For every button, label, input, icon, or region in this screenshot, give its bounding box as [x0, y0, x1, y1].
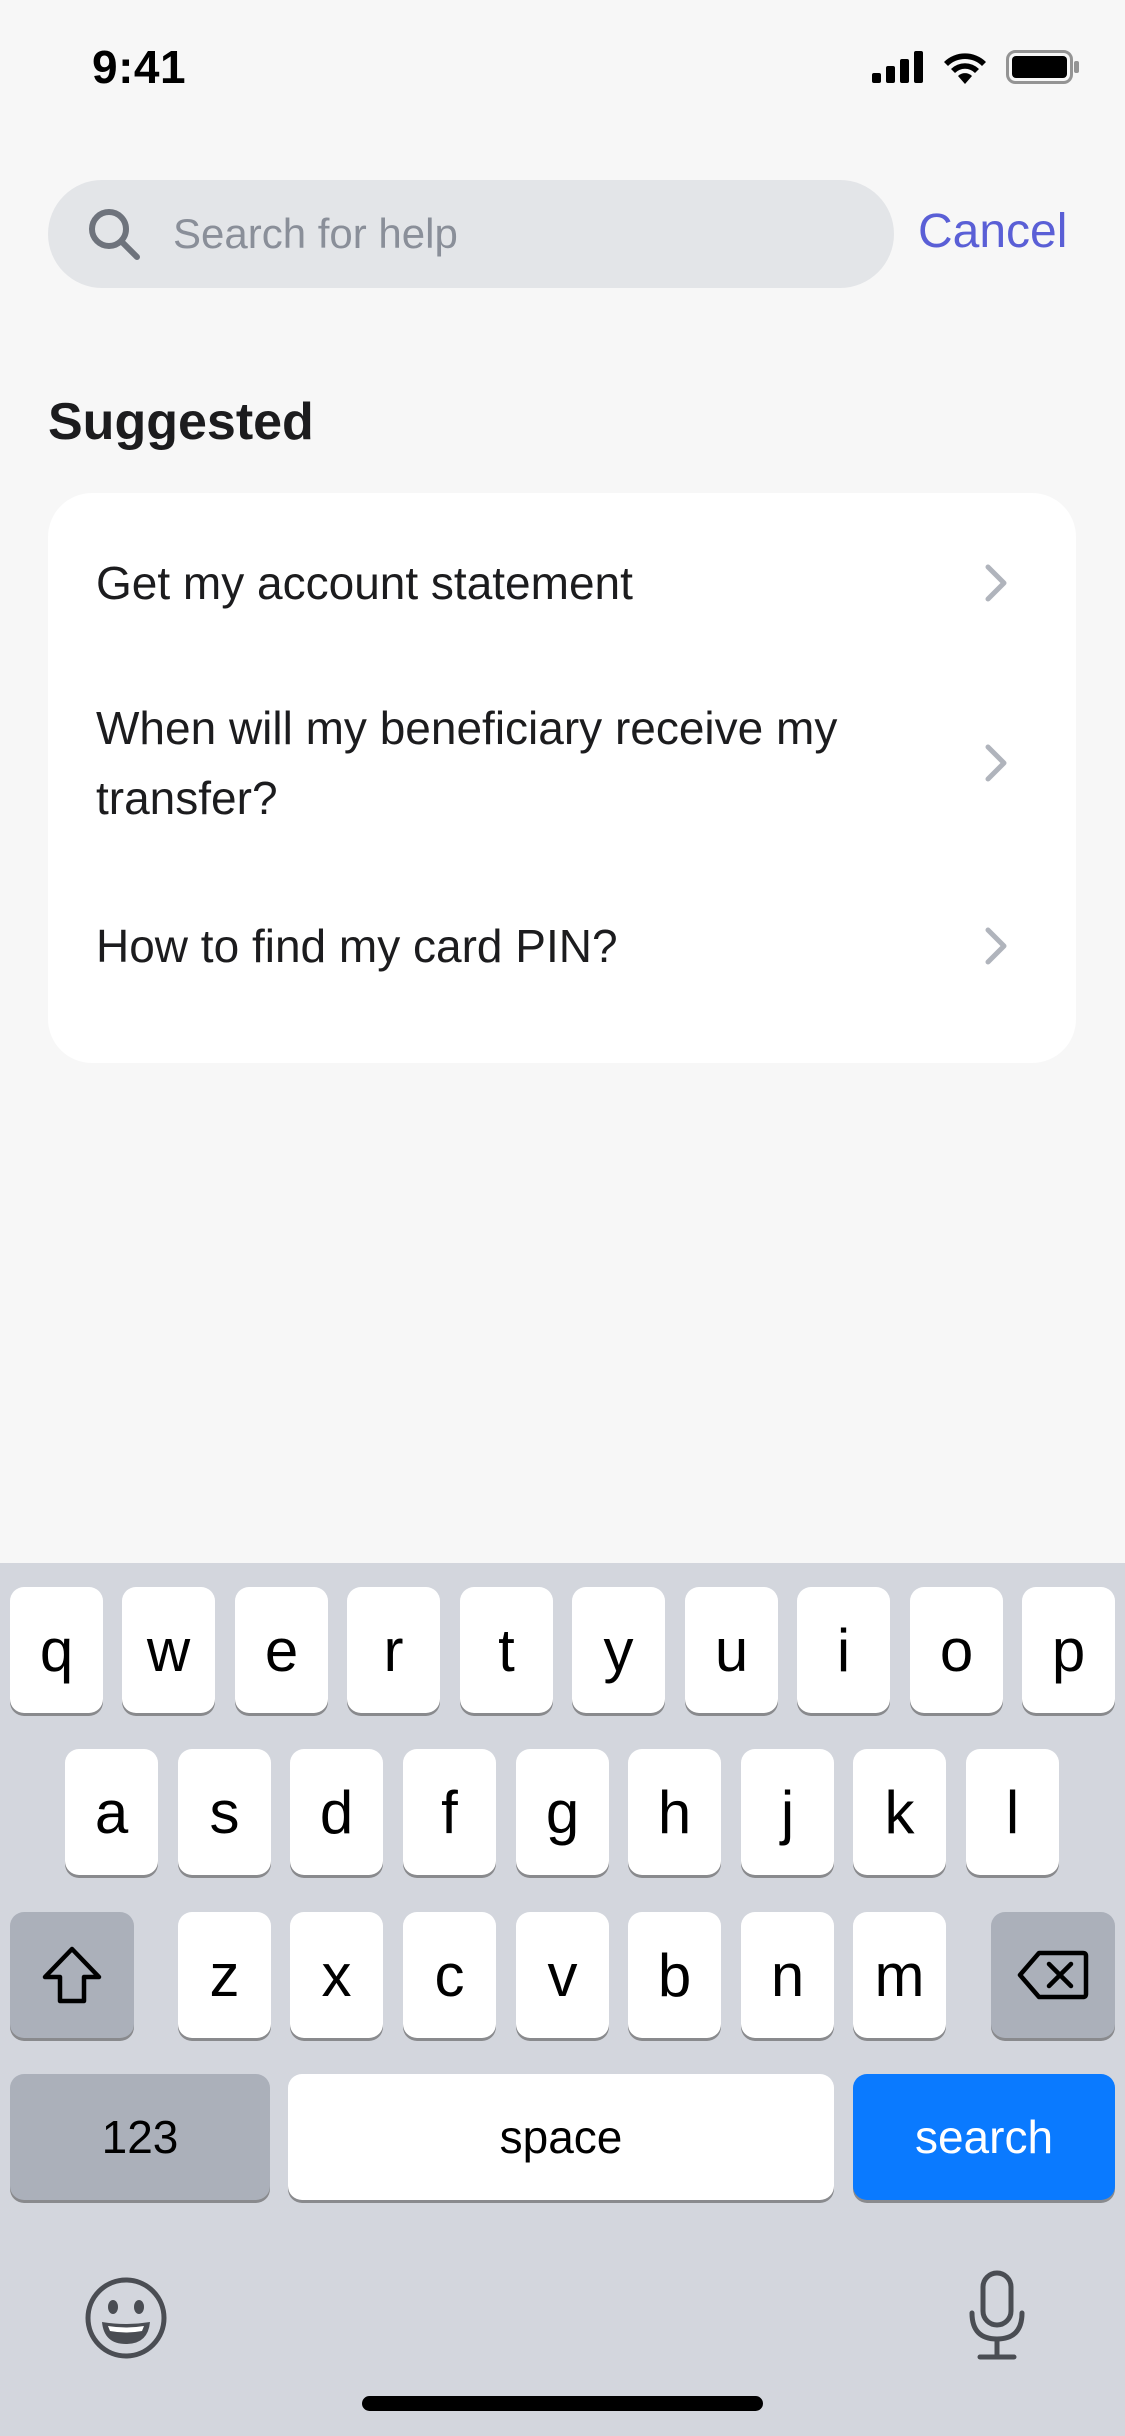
suggested-item-label: Get my account statement: [96, 557, 633, 609]
chevron-right-icon: [985, 744, 1007, 782]
key-y[interactable]: y: [572, 1587, 665, 1713]
key-f[interactable]: f: [403, 1749, 496, 1875]
key-b[interactable]: b: [628, 1912, 721, 2038]
battery-icon: [1006, 50, 1079, 84]
status-icons: [872, 50, 1080, 84]
suggested-item-label: When will my beneficiary receive my tran…: [96, 702, 838, 824]
numbers-key[interactable]: 123: [10, 2074, 270, 2200]
key-j[interactable]: j: [741, 1749, 834, 1875]
microphone-icon[interactable]: [966, 2269, 1028, 2363]
key-t[interactable]: t: [460, 1587, 553, 1713]
key-l[interactable]: l: [966, 1749, 1059, 1875]
key-s[interactable]: s: [178, 1749, 271, 1875]
emoji-icon[interactable]: [84, 2276, 168, 2360]
key-k[interactable]: k: [853, 1749, 946, 1875]
key-c[interactable]: c: [403, 1912, 496, 2038]
search-bar[interactable]: [48, 180, 894, 288]
keyboard: q w e r t y u i o p a s d f g h j k l z …: [0, 1563, 1125, 2436]
key-m[interactable]: m: [853, 1912, 946, 2038]
search-input[interactable]: [173, 180, 863, 288]
key-e[interactable]: e: [235, 1587, 328, 1713]
suggested-item-beneficiary-transfer[interactable]: When will my beneficiary receive my tran…: [48, 683, 1076, 843]
delete-icon: [1017, 1950, 1089, 2000]
key-h[interactable]: h: [628, 1749, 721, 1875]
search-key[interactable]: search: [853, 2074, 1115, 2200]
search-icon: [89, 209, 140, 260]
suggested-item-label: How to find my card PIN?: [96, 920, 618, 972]
suggested-item-account-statement[interactable]: Get my account statement: [48, 523, 1076, 643]
home-indicator: [362, 2396, 763, 2411]
key-p[interactable]: p: [1022, 1587, 1115, 1713]
shift-icon: [42, 1946, 102, 2004]
key-d[interactable]: d: [290, 1749, 383, 1875]
key-g[interactable]: g: [516, 1749, 609, 1875]
wifi-icon: [944, 53, 986, 84]
suggested-list: Get my account statement When will my be…: [48, 493, 1076, 1063]
key-i[interactable]: i: [797, 1587, 890, 1713]
delete-key[interactable]: [991, 1912, 1115, 2038]
key-a[interactable]: a: [65, 1749, 158, 1875]
key-v[interactable]: v: [516, 1912, 609, 2038]
key-x[interactable]: x: [290, 1912, 383, 2038]
key-r[interactable]: r: [347, 1587, 440, 1713]
key-w[interactable]: w: [122, 1587, 215, 1713]
suggested-item-card-pin[interactable]: How to find my card PIN?: [48, 886, 1076, 1006]
key-u[interactable]: u: [685, 1587, 778, 1713]
shift-key[interactable]: [10, 1912, 134, 2038]
suggested-title: Suggested: [48, 393, 314, 451]
chevron-right-icon: [985, 564, 1007, 602]
key-o[interactable]: o: [910, 1587, 1003, 1713]
key-q[interactable]: q: [10, 1587, 103, 1713]
status-time: 9:41: [92, 41, 187, 93]
key-z[interactable]: z: [178, 1912, 271, 2038]
cellular-signal-icon: [872, 51, 923, 83]
status-bar: 9:41: [0, 0, 1125, 132]
chevron-right-icon: [985, 927, 1007, 965]
space-key[interactable]: space: [288, 2074, 834, 2200]
cancel-button[interactable]: Cancel: [918, 204, 1067, 259]
key-n[interactable]: n: [741, 1912, 834, 2038]
